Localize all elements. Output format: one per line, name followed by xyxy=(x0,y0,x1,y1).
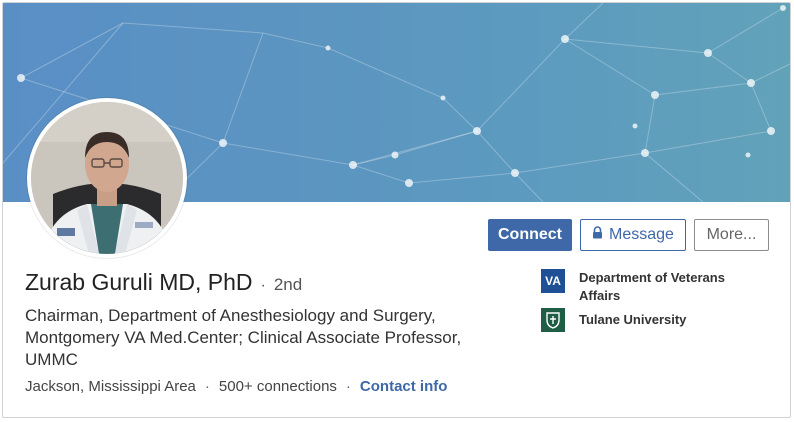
degree-separator: · xyxy=(260,277,266,294)
profile-photo[interactable] xyxy=(27,98,187,258)
org-item-va[interactable]: VA Department of Veterans Affairs xyxy=(541,269,749,305)
meta-separator: · xyxy=(204,378,210,395)
message-button-label: Message xyxy=(609,226,674,243)
lock-icon xyxy=(592,226,603,244)
profile-headline: Chairman, Department of Anesthesiology a… xyxy=(25,306,462,369)
profile-card: Connect Message More... Zurab Guruli MD,… xyxy=(2,2,791,418)
profile-meta: Jackson, Mississippi Area · 500+ connect… xyxy=(25,378,447,395)
org-item-tulane[interactable]: Tulane University xyxy=(541,308,749,332)
profile-name: Zurab Guruli MD, PhD xyxy=(25,269,253,295)
org-name: Department of Veterans Affairs xyxy=(579,270,725,303)
connect-button[interactable]: Connect xyxy=(488,219,572,251)
more-button[interactable]: More... xyxy=(694,219,769,251)
name-row: Zurab Guruli MD, PhD · 2nd xyxy=(25,269,302,296)
profile-location: Jackson, Mississippi Area xyxy=(25,378,196,395)
connection-degree: 2nd xyxy=(273,275,303,294)
contact-info-link[interactable]: Contact info xyxy=(360,378,448,395)
meta-separator: · xyxy=(345,378,351,395)
avatar-image xyxy=(31,102,183,254)
org-name: Tulane University xyxy=(579,312,687,327)
message-button[interactable]: Message xyxy=(580,219,686,251)
tulane-shield-icon xyxy=(541,308,565,332)
va-logo-icon: VA xyxy=(541,269,565,293)
connections-count[interactable]: 500+ connections xyxy=(219,378,337,395)
